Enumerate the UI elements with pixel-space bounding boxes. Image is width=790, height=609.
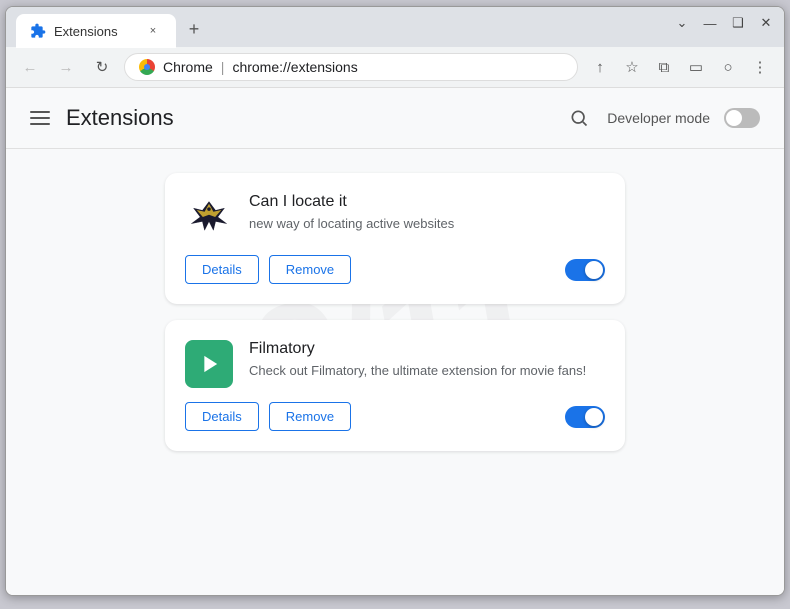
remove-button[interactable]: Remove	[269, 255, 351, 284]
toggle-knob	[726, 110, 742, 126]
window-controls: ⌄ — ❑ ✕	[674, 15, 774, 31]
browser-window: Extensions × + ⌄ — ❑ ✕ ← → ↻ Chrome | ch…	[5, 6, 785, 596]
extension-info: Filmatory Check out Filmatory, the ultim…	[249, 340, 605, 380]
nav-bar: ← → ↻ Chrome | chrome://extensions ↑ ☆ ⧉…	[6, 47, 784, 88]
dev-mode-toggle[interactable]	[724, 108, 760, 128]
title-bar: Extensions × + ⌄ — ❑ ✕	[6, 7, 784, 47]
hamburger-menu-button[interactable]	[30, 111, 50, 125]
extension-name: Filmatory	[249, 340, 605, 358]
details-button[interactable]: Details	[185, 255, 259, 284]
extension-card: Can I locate it new way of locating acti…	[165, 173, 625, 304]
dev-mode-label: Developer mode	[607, 110, 710, 126]
chevron-down-icon[interactable]: ⌄	[674, 15, 690, 31]
extension-description: Check out Filmatory, the ultimate extens…	[249, 362, 605, 380]
address-bar[interactable]: Chrome | chrome://extensions	[124, 53, 578, 81]
toggle-knob	[585, 261, 603, 279]
active-tab[interactable]: Extensions ×	[16, 14, 176, 48]
menu-button[interactable]: ⋮	[746, 53, 774, 81]
share-button[interactable]: ↑	[586, 53, 614, 81]
extension-description: new way of locating active websites	[249, 215, 605, 233]
sidebar-button[interactable]: ▭	[682, 53, 710, 81]
extension-icon	[185, 193, 233, 241]
extension-icon	[185, 340, 233, 388]
address-separator: |	[221, 59, 225, 75]
forward-button[interactable]: →	[52, 53, 80, 81]
extension-top: Can I locate it new way of locating acti…	[185, 193, 605, 241]
extension-info: Can I locate it new way of locating acti…	[249, 193, 605, 233]
close-button[interactable]: ✕	[758, 15, 774, 31]
address-url: chrome://extensions	[232, 59, 357, 75]
extension-card: Filmatory Check out Filmatory, the ultim…	[165, 320, 625, 451]
extension-name: Can I locate it	[249, 193, 605, 211]
bird-icon	[187, 195, 231, 239]
reload-button[interactable]: ↻	[88, 53, 116, 81]
extensions-page: 9/11 Extensions Developer mode	[6, 88, 784, 595]
nav-actions: ↑ ☆ ⧉ ▭ ○ ⋮	[586, 53, 774, 81]
extension-actions: Details Remove	[185, 402, 605, 431]
extension-actions: Details Remove	[185, 255, 605, 284]
address-brand: Chrome	[163, 59, 213, 75]
extensions-button[interactable]: ⧉	[650, 53, 678, 81]
profile-button[interactable]: ○	[714, 53, 742, 81]
extension-toggle[interactable]	[565, 406, 605, 428]
minimize-button[interactable]: —	[702, 15, 718, 31]
new-tab-button[interactable]: +	[180, 15, 208, 43]
play-icon	[195, 350, 223, 378]
page-title: Extensions	[66, 105, 174, 131]
search-button[interactable]	[565, 104, 593, 132]
details-button[interactable]: Details	[185, 402, 259, 431]
tab-extensions-icon	[30, 23, 46, 39]
extension-toggle[interactable]	[565, 259, 605, 281]
tab-title: Extensions	[54, 24, 118, 39]
extension-top: Filmatory Check out Filmatory, the ultim…	[185, 340, 605, 388]
chrome-logo-icon	[139, 59, 155, 75]
page-header: Extensions Developer mode	[6, 88, 784, 149]
header-left: Extensions	[30, 105, 174, 131]
bookmark-button[interactable]: ☆	[618, 53, 646, 81]
extensions-list: Can I locate it new way of locating acti…	[6, 149, 784, 595]
film-icon	[185, 340, 233, 388]
remove-button[interactable]: Remove	[269, 402, 351, 431]
tab-close-button[interactable]: ×	[144, 22, 162, 40]
toggle-knob	[585, 408, 603, 426]
maximize-button[interactable]: ❑	[730, 15, 746, 31]
header-right: Developer mode	[565, 104, 760, 132]
back-button[interactable]: ←	[16, 53, 44, 81]
